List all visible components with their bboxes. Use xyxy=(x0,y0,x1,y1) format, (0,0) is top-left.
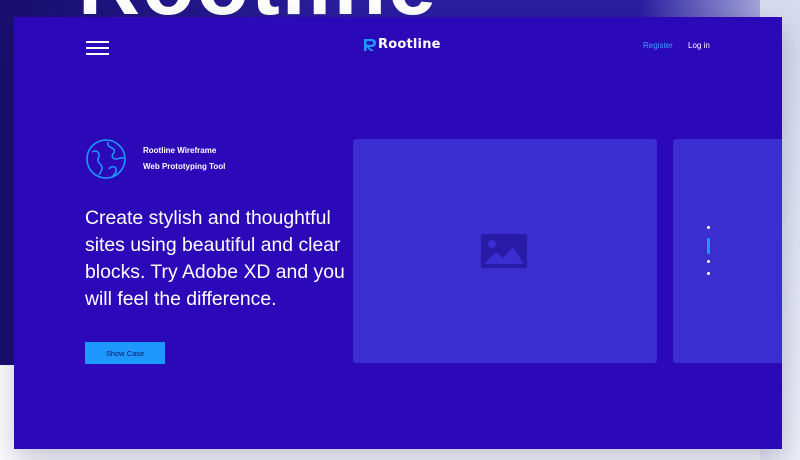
login-link[interactable]: Log in xyxy=(688,41,710,50)
slider-dot[interactable] xyxy=(707,272,710,275)
slider-dot-active[interactable] xyxy=(707,238,710,254)
next-image-card[interactable] xyxy=(673,139,782,363)
brand-logo[interactable]: Rootline xyxy=(363,37,441,52)
landing-page-frame: Rootline Register Log in Rootline Wirefr… xyxy=(14,17,782,449)
image-card[interactable] xyxy=(353,139,657,363)
show-case-button[interactable]: Show Case xyxy=(85,342,165,364)
brand-name: Rootline xyxy=(378,37,441,52)
image-placeholder-icon xyxy=(481,234,527,268)
product-tagline: Web Prototyping Tool xyxy=(143,162,226,171)
rootline-logo-icon xyxy=(364,38,376,51)
globe-icon xyxy=(86,139,126,179)
slider-dot[interactable] xyxy=(707,260,710,263)
register-link[interactable]: Register xyxy=(643,41,673,50)
hero-headline: Create stylish and thoughtful sites usin… xyxy=(85,207,345,310)
slider-dot[interactable] xyxy=(707,226,710,229)
product-name: Rootline Wireframe xyxy=(143,146,217,155)
hamburger-menu-icon[interactable] xyxy=(86,41,110,55)
slider-indicators xyxy=(706,225,712,285)
